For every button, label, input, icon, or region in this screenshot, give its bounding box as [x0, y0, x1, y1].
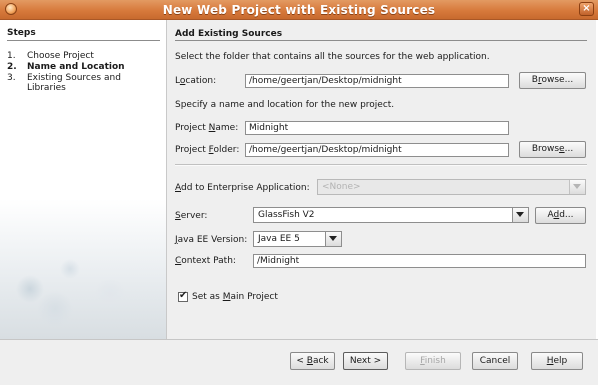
name-instruction: Specify a name and location for the new …	[175, 100, 395, 110]
back-button[interactable]: < Back	[290, 352, 335, 370]
label-part: ava EE Version:	[177, 235, 248, 245]
label-part: dd to Enterprise Application:	[181, 183, 310, 193]
label-part: Project	[175, 145, 209, 155]
location-field[interactable]: /home/geertjan/Desktop/midnight	[245, 74, 509, 88]
section-divider	[175, 40, 587, 41]
mnemonic: H	[546, 356, 554, 366]
label-part: inish	[424, 356, 446, 366]
wizard-content: Add Existing Sources Select the folder t…	[167, 20, 596, 339]
javaee-version-select[interactable]: Java EE 5	[253, 231, 342, 247]
main-project-checkbox[interactable]: ✔	[178, 290, 188, 302]
context-path-field[interactable]: /Midnight	[253, 254, 586, 268]
step-label: Existing Sources and Libraries	[27, 73, 121, 93]
checkmark-icon: ✔	[179, 290, 188, 301]
dropdown-button[interactable]	[512, 208, 528, 222]
chevron-down-icon	[516, 212, 524, 217]
browse-location-button[interactable]: Browse...	[519, 72, 586, 89]
browse-folder-button[interactable]: Browse...	[519, 141, 586, 158]
label-part: older:	[213, 145, 240, 155]
wizard-footer: < Back Next > Finish Cancel Help	[0, 339, 598, 385]
step-existing-sources: 3. Existing Sources and Libraries	[7, 73, 142, 93]
next-button[interactable]: Next >	[343, 352, 388, 370]
cancel-button[interactable]: Cancel	[472, 352, 518, 370]
dropdown-button[interactable]	[325, 232, 341, 246]
step-choose-project: 1. Choose Project	[7, 51, 147, 61]
step-number: 3.	[7, 73, 16, 83]
label-part: ame:	[215, 123, 239, 133]
window-title: New Web Project with Existing Sources	[162, 3, 436, 17]
label-part: Brows	[531, 144, 560, 154]
enterprise-app-label: Add to Enterprise Application:	[175, 183, 310, 193]
step-label: Choose Project	[27, 51, 94, 61]
label-part: Project	[175, 123, 209, 133]
context-path-label: Context Path:	[175, 256, 236, 266]
label-part: ain Project	[230, 292, 278, 302]
project-name-field[interactable]: Midnight	[245, 121, 509, 135]
label-part: ack	[312, 356, 329, 366]
step-name-and-location: 2. Name and Location	[7, 62, 147, 72]
label-part: erver:	[180, 211, 208, 221]
step-number: 2.	[7, 62, 17, 72]
steps-heading: Steps	[7, 28, 36, 38]
label-part: elp	[553, 356, 568, 366]
label-part: Set as	[192, 292, 223, 302]
location-label: Location:	[175, 76, 216, 86]
source-instruction: Select the folder that contains all the …	[175, 52, 490, 62]
help-button[interactable]: Help	[531, 352, 583, 370]
decorative-bubbles-image	[0, 199, 166, 339]
main-project-label[interactable]: Set as Main Project	[192, 292, 278, 302]
javaee-version-label: Java EE Version:	[175, 235, 247, 245]
step-label: Name and Location	[27, 62, 125, 72]
enterprise-app-select[interactable]: <None>	[317, 179, 586, 195]
steps-panel: Steps 1. Choose Project 2. Name and Locati…	[0, 20, 167, 339]
label-part: cation:	[185, 76, 217, 86]
title-bar: New Web Project with Existing Sources ×	[0, 0, 598, 20]
label-part: ...	[564, 144, 574, 154]
chevron-down-icon	[573, 184, 581, 189]
section-title: Add Existing Sources	[175, 29, 283, 39]
select-value: <None>	[322, 182, 361, 192]
server-select[interactable]: GlassFish V2	[253, 207, 529, 223]
label-part: ontext Path:	[181, 256, 236, 266]
server-label: Server:	[175, 211, 207, 221]
section-separator	[175, 164, 587, 166]
select-value: Java EE 5	[258, 234, 300, 244]
label-part: d...	[559, 210, 574, 220]
label-part: owse...	[541, 75, 574, 85]
steps-divider	[7, 40, 160, 41]
label-part: <	[296, 356, 307, 366]
finish-button[interactable]: Finish	[405, 352, 461, 370]
add-server-button[interactable]: Add...	[535, 207, 586, 224]
project-folder-label: Project Folder:	[175, 145, 239, 155]
chevron-down-icon	[329, 236, 337, 241]
dropdown-button[interactable]	[569, 180, 585, 194]
project-name-label: Project Name:	[175, 123, 238, 133]
step-number: 1.	[7, 51, 16, 61]
project-folder-field[interactable]: /home/geertjan/Desktop/midnight	[245, 143, 509, 157]
select-value: GlassFish V2	[258, 210, 315, 220]
close-button[interactable]: ×	[579, 2, 594, 16]
